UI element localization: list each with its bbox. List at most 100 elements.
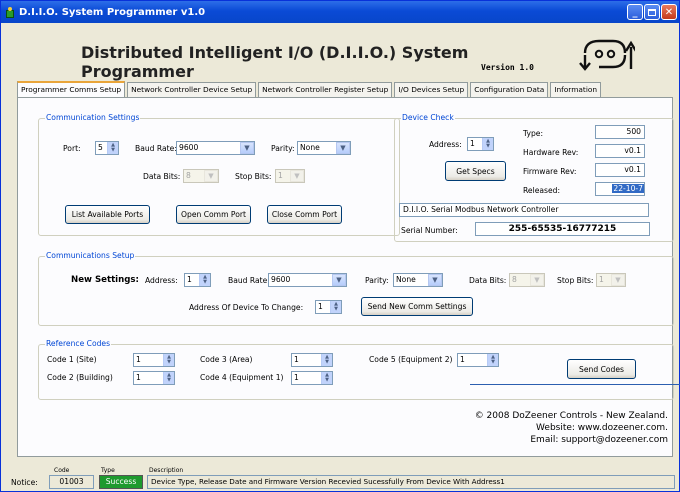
title-bar[interactable]: D.I.I.O. System Programmer v1.0 [1,1,679,23]
close-comm-port-button[interactable]: Close Comm Port [267,205,342,224]
chevron-down-icon: ▼ [611,274,625,286]
new-settings-label: New Settings: [71,275,139,285]
code-5-spinner[interactable]: 1 ▲ ▼ [457,353,499,367]
maximize-icon [648,8,656,16]
new-parity-label: Parity: [365,276,389,285]
chevron-down-icon[interactable]: ▼ [240,142,254,154]
new-data-bits-select[interactable]: 8 ▼ [509,273,545,287]
communications-setup-group: Communications Setup New Settings: Addre… [38,251,674,326]
close-icon: ✕ [664,6,674,18]
notice-bar: Code Type Description Notice: 01003 Succ… [9,467,675,489]
minimize-button[interactable]: _ [627,4,643,20]
parity-label: Parity: [271,144,295,153]
serial-number-field: 255-65535-16777215 [475,222,650,236]
code-4-label: Code 4 (Equipment 1) [200,373,284,382]
new-baud-rate-select[interactable]: 9600 ▼ [268,273,347,287]
main-window: D.I.I.O. System Programmer v1.0 _ ✕ Dist… [0,0,680,492]
data-bits-select[interactable]: 8 ▼ [183,169,219,183]
baud-rate-select[interactable]: 9600 ▼ [176,141,255,155]
spinner-arrows-icon[interactable]: ▲ ▼ [330,301,341,313]
copyright-text: © 2008 DoZeener Controls - New Zealand. [474,411,668,421]
send-codes-button[interactable]: Send Codes [567,359,636,379]
port-spinner[interactable]: 5 ▲ ▼ [95,141,119,155]
spinner-arrows-icon[interactable]: ▲ ▼ [107,142,118,154]
code-4-spinner[interactable]: 1 ▲ ▼ [291,371,333,385]
group-title: Communications Setup [45,251,136,260]
device-address-spinner[interactable]: 1 ▲ ▼ [467,137,494,151]
new-stop-bits-value: 1 [599,275,604,284]
new-stop-bits-select[interactable]: 1 ▼ [596,273,626,287]
device-name-field: D.I.I.O. Serial Modbus Network Controlle… [399,203,649,217]
chevron-down-icon[interactable]: ▼ [336,142,350,154]
spinner-arrows-icon[interactable]: ▲ ▼ [321,354,332,366]
group-title: Reference Codes [45,339,112,348]
released-value: 22-10-7 [612,184,644,193]
code-5-label: Code 5 (Equipment 2) [369,355,453,364]
tab-configuration-data[interactable]: Configuration Data [470,82,549,98]
hardware-rev-label: Hardware Rev: [523,148,579,157]
new-baud-rate-label: Baud Rate: [228,276,270,285]
tab-programmer-comms-setup[interactable]: Programmer Comms Setup [17,81,126,98]
code-3-spinner[interactable]: 1 ▲ ▼ [291,353,333,367]
footer-info: © 2008 DoZeener Controls - New Zealand. … [398,410,668,446]
code-5-value: 1 [460,355,465,364]
get-specs-button[interactable]: Get Specs [445,161,506,181]
website-text: Website: www.dozeener.com. [536,423,668,433]
new-baud-rate-value: 9600 [271,275,291,284]
code-1-spinner[interactable]: 1 ▲ ▼ [133,353,175,367]
new-stop-bits-label: Stop Bits: [557,276,594,285]
new-address-value: 1 [187,275,192,284]
app-heading: Distributed Intelligent I/O (D.I.I.O.) S… [81,43,469,81]
released-label: Released: [523,186,561,195]
notice-label: Notice: [11,478,38,487]
spinner-arrows-icon[interactable]: ▲ ▼ [482,138,493,150]
stop-bits-select[interactable]: 1 ▼ [275,169,305,183]
device-address-label: Address: [429,140,462,149]
code-header: Code [54,467,70,474]
code-3-value: 1 [294,355,299,364]
spinner-arrows-icon[interactable]: ▲ ▼ [163,354,174,366]
tab-io-devices-setup[interactable]: I/O Devices Setup [394,82,469,98]
firmware-rev-field: v0.1 [595,163,645,177]
maximize-button[interactable] [644,4,660,20]
window-title: D.I.I.O. System Programmer v1.0 [19,6,206,18]
spinner-arrows-icon[interactable]: ▲ ▼ [199,274,210,286]
address-to-change-spinner[interactable]: 1 ▲ ▼ [315,300,342,314]
open-comm-port-button[interactable]: Open Comm Port [176,205,251,224]
code-2-spinner[interactable]: 1 ▲ ▼ [133,371,175,385]
spinner-arrows-icon[interactable]: ▲ ▼ [321,372,332,384]
divider-line [470,384,680,385]
tab-strip: Programmer Comms Setup Network Controlle… [17,81,603,98]
new-parity-select[interactable]: None ▼ [393,273,443,287]
hardware-rev-field: v0.1 [595,144,645,158]
chevron-down-icon[interactable]: ▼ [428,274,442,286]
spinner-arrows-icon[interactable]: ▲ ▼ [163,372,174,384]
new-data-bits-value: 8 [512,275,517,284]
close-button[interactable]: ✕ [661,4,677,20]
version-label: Version 1.0 [481,63,534,72]
port-label: Port: [63,144,81,153]
code-2-value: 1 [136,373,141,382]
tab-network-controller-device-setup[interactable]: Network Controller Device Setup [127,82,257,98]
new-parity-value: None [396,275,416,284]
list-available-ports-button[interactable]: List Available Ports [65,205,150,224]
tab-panel: Communication Settings Port: 5 ▲ ▼ Baud R… [17,97,680,457]
reference-codes-group: Reference Codes Code 1 (Site) 1 ▲ ▼ Code … [38,339,674,400]
tab-information[interactable]: Information [550,82,602,98]
stop-bits-label: Stop Bits: [235,172,272,181]
new-address-label: Address: [145,276,178,285]
spinner-arrows-icon[interactable]: ▲ ▼ [487,354,498,366]
tab-network-controller-register-setup[interactable]: Network Controller Register Setup [258,82,393,98]
chevron-down-icon[interactable]: ▼ [332,274,346,286]
parity-value: None [300,143,320,152]
new-address-spinner[interactable]: 1 ▲ ▼ [184,273,211,287]
notice-description-field: Device Type, Release Date and Firmware V… [147,475,675,489]
parity-select[interactable]: None ▼ [297,141,351,155]
firmware-rev-label: Firmware Rev: [523,167,577,176]
send-new-comm-settings-button[interactable]: Send New Comm Settings [361,297,473,316]
serial-number-label: Serial Number: [401,226,458,235]
stop-bits-value: 1 [278,171,283,180]
logo-icon [579,39,635,71]
data-bits-label: Data Bits: [143,172,181,181]
address-to-change-value: 1 [318,302,323,311]
